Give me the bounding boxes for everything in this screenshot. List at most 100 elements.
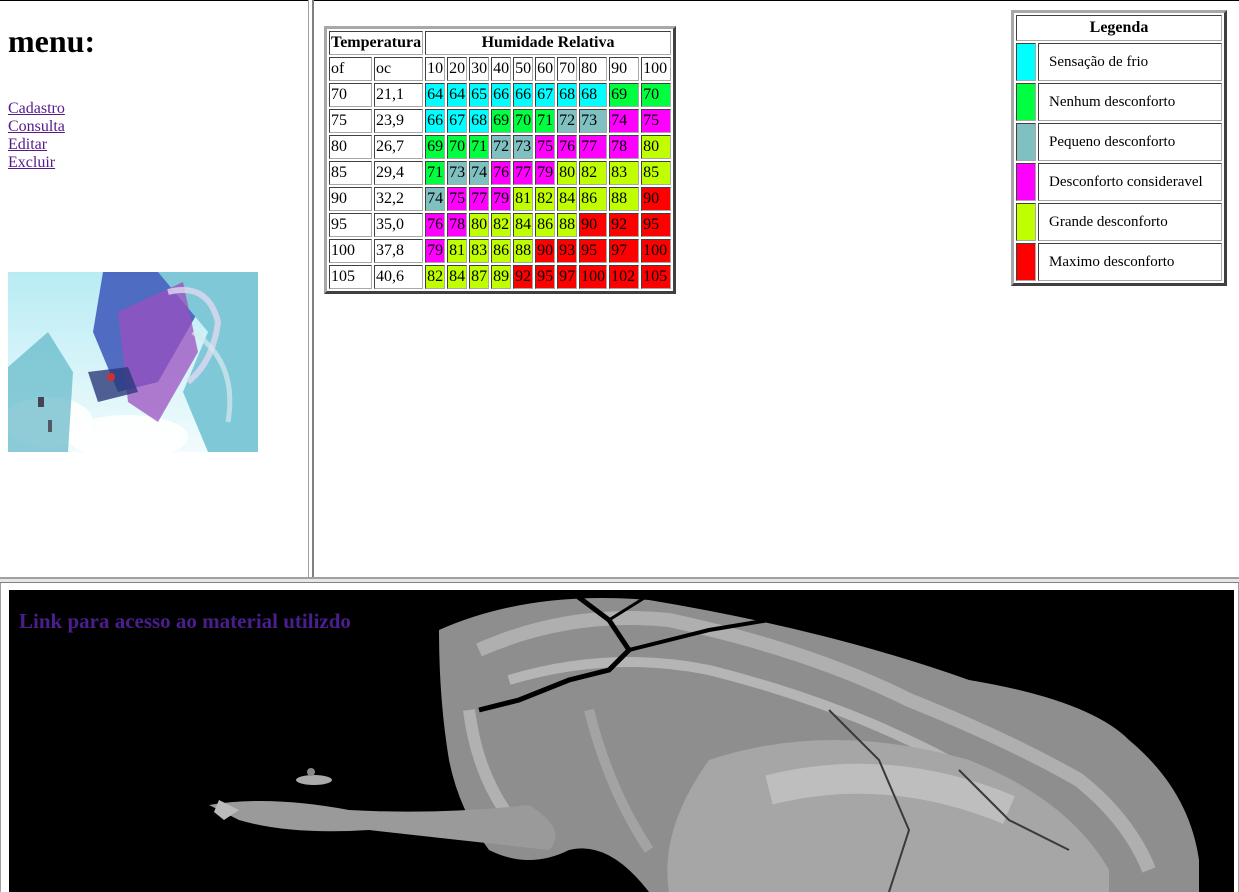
humidity-table-body: 70 21,1 64 64 65 66 66 67 68 68 69 70 75 23,9 66 67 68 69… bbox=[329, 83, 672, 289]
temp-celsius-cell: 29,4 bbox=[373, 161, 424, 185]
table-row: 70 21,1 64 64 65 66 66 67 68 68 69 70 bbox=[329, 83, 672, 107]
legend-item: Sensação de frio bbox=[1016, 43, 1222, 81]
comfort-index-cell: 80 bbox=[469, 213, 490, 237]
comfort-index-cell: 73 bbox=[579, 109, 608, 133]
temp-fahrenheit-cell: 95 bbox=[329, 213, 372, 237]
table-row: 100 37,8 79 81 83 86 88 90 93 95 97 100 bbox=[329, 239, 672, 263]
comfort-index-cell: 80 bbox=[641, 135, 672, 159]
comfort-index-cell: 105 bbox=[641, 265, 672, 289]
humidity-level: 50 bbox=[513, 57, 534, 81]
temp-celsius-cell: 40,6 bbox=[373, 265, 424, 289]
comfort-index-cell: 64 bbox=[447, 83, 468, 107]
temp-fahrenheit-cell: 80 bbox=[329, 135, 372, 159]
table-row: 105 40,6 82 84 87 89 92 95 97 100 102 105 bbox=[329, 265, 672, 289]
comfort-index-cell: 67 bbox=[447, 109, 468, 133]
comfort-index-cell: 69 bbox=[609, 83, 640, 107]
legend-item: Desconforto consideravel bbox=[1016, 163, 1222, 201]
comfort-index-cell: 74 bbox=[425, 187, 446, 211]
temp-fahrenheit-cell: 85 bbox=[329, 161, 372, 185]
humidity-header: Humidade Relativa bbox=[425, 31, 672, 55]
comfort-index-cell: 66 bbox=[513, 83, 534, 107]
comfort-index-cell: 70 bbox=[513, 109, 534, 133]
legend-item: Pequeno desconforto bbox=[1016, 123, 1222, 161]
legend-item: Nenhum desconforto bbox=[1016, 83, 1222, 121]
comfort-index-cell: 74 bbox=[609, 109, 640, 133]
comfort-index-cell: 79 bbox=[491, 187, 512, 211]
units-row: of oc 10 20 30 40 50 60 70 80 90 100 bbox=[329, 57, 672, 81]
comfort-index-cell: 90 bbox=[535, 239, 556, 263]
legend-item: Grande desconforto bbox=[1016, 203, 1222, 241]
comfort-index-cell: 86 bbox=[491, 239, 512, 263]
legend-label: Sensação de frio bbox=[1038, 43, 1222, 81]
comfort-index-cell: 93 bbox=[557, 239, 578, 263]
comfort-index-cell: 97 bbox=[557, 265, 578, 289]
comfort-index-cell: 80 bbox=[557, 161, 578, 185]
temp-celsius-cell: 23,9 bbox=[373, 109, 424, 133]
comfort-index-cell: 87 bbox=[469, 265, 490, 289]
humidity-level: 60 bbox=[535, 57, 556, 81]
menu-link-excluir[interactable]: Excluir bbox=[8, 154, 65, 172]
comfort-index-cell: 83 bbox=[469, 239, 490, 263]
material-link[interactable]: Link para acesso ao material utilizdo bbox=[19, 609, 351, 634]
comfort-index-cell: 77 bbox=[513, 161, 534, 185]
legend-label: Maximo desconforto bbox=[1038, 243, 1222, 281]
legend-title: Legenda bbox=[1016, 15, 1222, 41]
comfort-index-cell: 68 bbox=[469, 109, 490, 133]
legend-swatch bbox=[1016, 203, 1036, 241]
humidity-level: 20 bbox=[447, 57, 468, 81]
comfort-index-cell: 100 bbox=[641, 239, 672, 263]
comfort-index-cell: 100 bbox=[579, 265, 608, 289]
comfort-index-cell: 65 bbox=[469, 83, 490, 107]
legend-label: Desconforto consideravel bbox=[1038, 163, 1222, 201]
comfort-index-cell: 69 bbox=[491, 109, 512, 133]
comfort-index-cell: 71 bbox=[535, 109, 556, 133]
legend-item: Maximo desconforto bbox=[1016, 243, 1222, 281]
table-row: 95 35,0 76 78 80 82 84 86 88 90 92 95 bbox=[329, 213, 672, 237]
comfort-index-cell: 89 bbox=[491, 265, 512, 289]
unit-celsius: oc bbox=[373, 57, 424, 81]
temperature-header: Temperatura bbox=[329, 31, 424, 55]
comfort-index-cell: 84 bbox=[557, 187, 578, 211]
comfort-index-cell: 71 bbox=[425, 161, 446, 185]
comfort-index-cell: 86 bbox=[535, 213, 556, 237]
comfort-index-cell: 86 bbox=[579, 187, 608, 211]
comfort-index-cell: 88 bbox=[609, 187, 640, 211]
legend-table: Legenda Sensação de frio Nenhum desconfor… bbox=[1011, 10, 1227, 286]
comfort-index-cell: 88 bbox=[557, 213, 578, 237]
temp-fahrenheit-cell: 105 bbox=[329, 265, 372, 289]
temp-celsius-cell: 37,8 bbox=[373, 239, 424, 263]
comfort-index-cell: 85 bbox=[641, 161, 672, 185]
comfort-index-cell: 82 bbox=[579, 161, 608, 185]
comfort-index-cell: 70 bbox=[641, 83, 672, 107]
comfort-index-cell: 77 bbox=[469, 187, 490, 211]
comfort-index-cell: 79 bbox=[535, 161, 556, 185]
humidity-level: 100 bbox=[641, 57, 672, 81]
comfort-index-cell: 90 bbox=[579, 213, 608, 237]
bottom-frame: Link para acesso ao material utilizdo bbox=[0, 583, 1239, 892]
comfort-index-cell: 78 bbox=[609, 135, 640, 159]
comfort-index-cell: 76 bbox=[557, 135, 578, 159]
menu-link-consulta[interactable]: Consulta bbox=[8, 118, 65, 136]
comfort-index-cell: 95 bbox=[535, 265, 556, 289]
table-row: 90 32,2 74 75 77 79 81 82 84 86 88 90 bbox=[329, 187, 672, 211]
content-frame: Temperatura Humidade Relativa of oc 10 2… bbox=[314, 0, 1239, 577]
menu-link-editar[interactable]: Editar bbox=[8, 136, 65, 154]
table-row: 85 29,4 71 73 74 76 77 79 80 82 83 85 bbox=[329, 161, 672, 185]
comfort-index-cell: 81 bbox=[513, 187, 534, 211]
temp-celsius-cell: 35,0 bbox=[373, 213, 424, 237]
menu-link-cadastro[interactable]: Cadastro bbox=[8, 100, 65, 118]
comfort-index-cell: 84 bbox=[513, 213, 534, 237]
comfort-index-cell: 79 bbox=[425, 239, 446, 263]
legend-swatch bbox=[1016, 163, 1036, 201]
comfort-index-cell: 75 bbox=[447, 187, 468, 211]
table-row: 75 23,9 66 67 68 69 70 71 72 73 74 75 bbox=[329, 109, 672, 133]
comfort-index-cell: 82 bbox=[425, 265, 446, 289]
humidity-level: 90 bbox=[609, 57, 640, 81]
legend-swatch bbox=[1016, 123, 1036, 161]
menu-title: menu: bbox=[8, 23, 96, 59]
comfort-index-cell: 76 bbox=[491, 161, 512, 185]
comfort-index-cell: 77 bbox=[579, 135, 608, 159]
table-header-row: Temperatura Humidade Relativa bbox=[329, 31, 672, 55]
legend-label: Pequeno desconforto bbox=[1038, 123, 1222, 161]
temp-celsius-cell: 32,2 bbox=[373, 187, 424, 211]
